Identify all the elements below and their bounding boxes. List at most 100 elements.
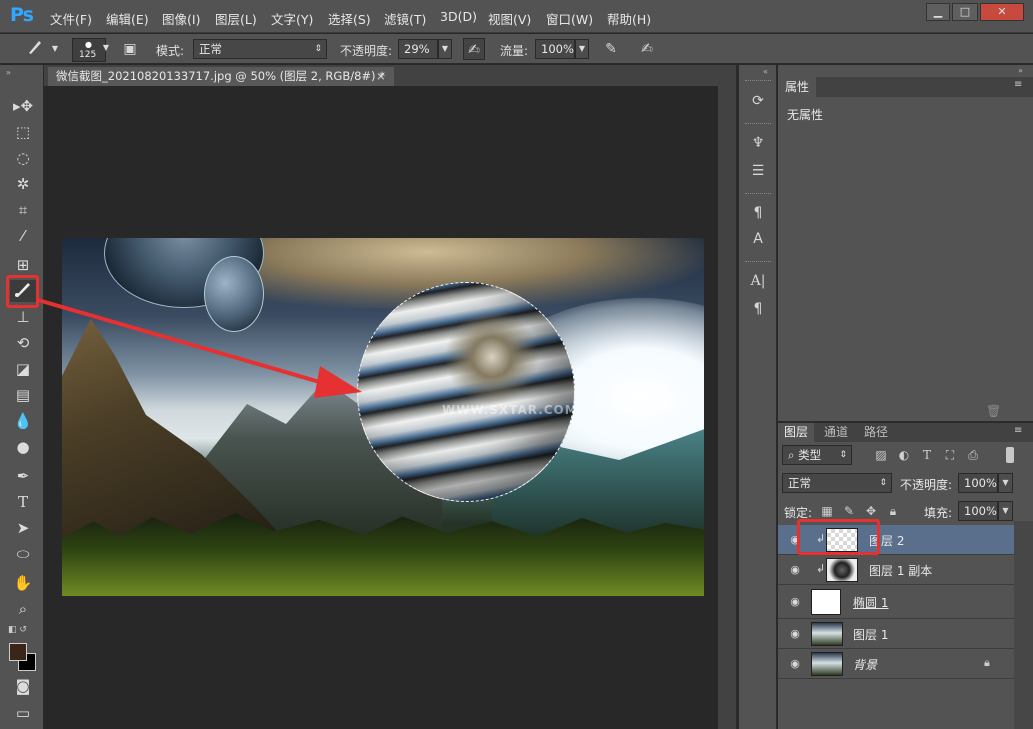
layer-row-layer1[interactable]: ◉ 图层 1 [778, 619, 1014, 649]
expand-icon[interactable]: « [763, 67, 768, 76]
brush-presets-icon[interactable]: ☰ [747, 160, 769, 182]
document-tab[interactable]: 微信截图_20210820133717.jpg @ 50% (图层 2, RGB… [48, 67, 394, 86]
opacity-input[interactable]: 29% [398, 39, 438, 59]
menu-select[interactable]: 选择(S) [328, 9, 371, 28]
filter-toggle[interactable] [1006, 447, 1014, 463]
eye-icon[interactable]: ◉ [788, 657, 802, 671]
tab-properties[interactable]: 属性 [778, 77, 816, 97]
filter-type-icon[interactable]: T [918, 446, 936, 464]
minimize-button[interactable]: ▁ [926, 3, 950, 21]
filter-shape-icon[interactable]: ⛶ [941, 446, 959, 464]
pressure-size-icon[interactable]: ✍ [636, 38, 658, 60]
layers-scrollbar[interactable] [1014, 521, 1033, 729]
chevron-down-icon[interactable]: ▼ [575, 39, 589, 59]
panel-menu-icon[interactable]: ≡ [1014, 79, 1022, 90]
filter-adjustment-icon[interactable]: ◐ [895, 446, 913, 464]
blur-icon[interactable]: 💧 [10, 410, 36, 432]
collapse-icon[interactable]: » [6, 68, 11, 77]
chevron-down-icon[interactable]: ▼ [48, 43, 62, 55]
menu-view[interactable]: 视图(V) [488, 9, 531, 28]
history-panel-icon[interactable]: ⟳ [747, 90, 769, 112]
menu-type[interactable]: 文字(Y) [271, 9, 313, 28]
layer-opacity-input[interactable]: 100% [958, 473, 998, 493]
tab-paths[interactable]: 路径 [858, 423, 894, 442]
canvas-scrollbar[interactable] [718, 86, 736, 729]
filter-kind-select[interactable]: ⌕ 类型 ⇕ [782, 445, 852, 465]
menu-file[interactable]: 文件(F) [50, 9, 92, 28]
eraser-icon[interactable]: ◪ [10, 358, 36, 380]
flow-input[interactable]: 100% [535, 39, 575, 59]
canvas-image[interactable]: WWW.SXTAR.COM [62, 238, 704, 596]
dock-separator [745, 193, 771, 195]
gradient-icon[interactable]: ▤ [10, 384, 36, 406]
paragraph-panel-icon[interactable]: ¶ [747, 298, 769, 320]
crop-icon[interactable]: ⌗ [10, 199, 36, 221]
hand-icon[interactable]: ✋ [10, 572, 36, 594]
menu-edit[interactable]: 编辑(E) [106, 9, 149, 28]
marquee-icon[interactable]: ⬚ [10, 121, 36, 143]
eyedropper-icon[interactable]: ⁄ [10, 225, 36, 247]
tab-layers[interactable]: 图层 [778, 423, 815, 442]
eye-icon[interactable]: ◉ [788, 595, 802, 609]
lock-pixels-icon[interactable]: ✎ [840, 502, 858, 520]
dodge-icon[interactable]: ● [10, 436, 36, 458]
brush-preset-icon[interactable] [24, 38, 46, 60]
airbrush-icon[interactable]: ✎ [600, 38, 622, 60]
fill-input[interactable]: 100% [958, 501, 998, 521]
magic-wand-icon[interactable]: ✲ [10, 173, 36, 195]
chevron-down-icon[interactable]: ▼ [438, 39, 452, 59]
healing-icon[interactable]: ⊞ [10, 254, 36, 276]
menu-window[interactable]: 窗口(W) [546, 9, 593, 28]
blend-mode-select[interactable]: 正常 ⇕ [782, 473, 892, 493]
menu-help[interactable]: 帮助(H) [607, 9, 651, 28]
character-styles-icon[interactable]: A [747, 228, 769, 250]
lock-transparent-icon[interactable]: ▦ [818, 502, 836, 520]
menu-layer[interactable]: 图层(L) [215, 9, 257, 28]
foreground-color-swatch[interactable] [9, 643, 27, 661]
panel-menu-icon[interactable]: ≡ [1014, 425, 1022, 436]
type-icon[interactable]: T [10, 491, 36, 513]
screen-mode-icon[interactable]: ▭ [10, 702, 36, 724]
brush-size-value: 125 [79, 50, 97, 60]
character-panel-icon[interactable]: A| [747, 270, 769, 292]
move-icon[interactable]: ▸✥ [10, 95, 36, 117]
lock-icon: 🔒︎ [984, 656, 990, 669]
menu-3d[interactable]: 3D(D) [440, 9, 477, 24]
lock-icon[interactable]: 🔒︎ [884, 502, 902, 520]
quick-mask-icon[interactable]: ◙ [10, 675, 36, 697]
layer-row-layer1-copy[interactable]: ◉ ↲ 图层 1 副本 [778, 555, 1014, 585]
close-tab-icon[interactable]: × [376, 67, 386, 86]
lock-position-icon[interactable]: ✥ [862, 502, 880, 520]
eye-icon[interactable]: ◉ [788, 563, 802, 577]
chevron-down-icon[interactable]: ▼ [998, 501, 1013, 521]
menu-image[interactable]: 图像(I) [162, 9, 200, 28]
clone-source-icon[interactable]: ¶ [747, 202, 769, 224]
collapse-icon[interactable]: » [1018, 66, 1023, 75]
lasso-icon[interactable]: ◌ [10, 147, 36, 169]
trash-icon[interactable]: 🗑 [986, 404, 1001, 418]
chevron-down-icon[interactable]: ▼ [99, 39, 113, 59]
stamp-icon[interactable]: ⊥ [10, 306, 36, 328]
default-colors-icon[interactable]: ◧ ↺ [8, 625, 27, 635]
filter-smart-icon[interactable]: ⎙ [964, 446, 982, 464]
layer-row-ellipse1[interactable]: ◉ 椭圆 1 [778, 585, 1014, 619]
path-select-icon[interactable]: ➤ [10, 517, 36, 539]
layer-row-background[interactable]: ◉ 背景 🔒︎ [778, 649, 1014, 679]
close-window-button[interactable]: ✕ [980, 3, 1024, 21]
history-brush-icon[interactable]: ⟲ [10, 332, 36, 354]
ellipse-icon[interactable]: ⬭ [10, 543, 36, 565]
mode-select[interactable]: 正常 ⇕ [193, 39, 327, 59]
brush-panel-icon[interactable]: ♆ [747, 132, 769, 154]
planet-small [204, 256, 264, 332]
maximize-button[interactable]: □ [952, 3, 978, 21]
pen-icon[interactable]: ✒ [10, 465, 36, 487]
eye-icon[interactable]: ◉ [788, 627, 802, 641]
filter-pixel-icon[interactable]: ▨ [872, 446, 890, 464]
selected-sphere[interactable] [357, 282, 575, 502]
brush-panel-toggle-icon[interactable]: ▣ [119, 38, 141, 60]
zoom-icon[interactable]: ⌕ [10, 598, 36, 620]
menu-filter[interactable]: 滤镜(T) [384, 9, 426, 28]
chevron-down-icon[interactable]: ▼ [998, 473, 1013, 493]
pressure-opacity-icon[interactable]: ✍ [463, 38, 485, 60]
tab-channels[interactable]: 通道 [818, 423, 854, 442]
